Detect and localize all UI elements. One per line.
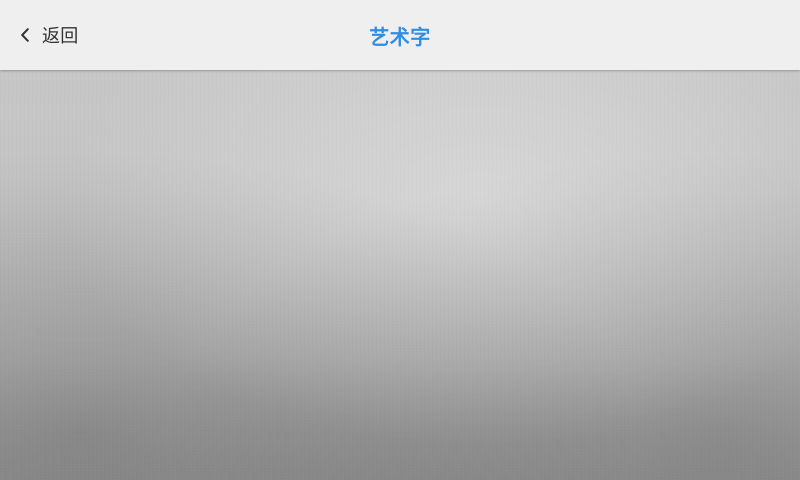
back-button[interactable]: 返回 bbox=[18, 14, 88, 56]
app-root: 返回 艺术字 bbox=[0, 0, 800, 480]
top-navigation-bar: 返回 艺术字 bbox=[0, 0, 800, 70]
textured-background bbox=[0, 70, 800, 480]
page-title: 艺术字 bbox=[369, 24, 431, 49]
back-label: 返回 bbox=[42, 26, 79, 47]
chevron-left-icon bbox=[18, 28, 32, 42]
